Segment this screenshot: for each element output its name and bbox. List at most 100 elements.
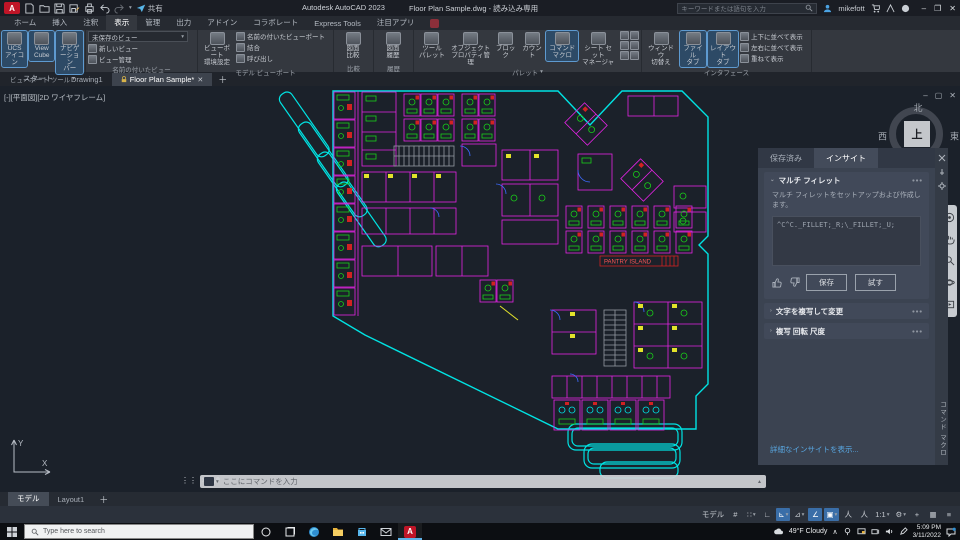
redo-icon[interactable] xyxy=(114,3,125,14)
blocks-button[interactable]: ブロック xyxy=(493,31,517,61)
display-icon[interactable] xyxy=(857,527,866,536)
polar-tracking-toggle[interactable]: ⊾▾ xyxy=(776,508,790,521)
new-tab-button[interactable]: ＋ xyxy=(218,73,227,86)
file-tab-start[interactable]: スタート xyxy=(14,71,62,86)
doc-restore-icon[interactable]: ▢ xyxy=(935,91,943,100)
panel-title[interactable]: 比較 xyxy=(336,63,371,72)
sheet-set-manager-button[interactable]: シート セット マネージャ xyxy=(580,31,616,67)
grip-icon[interactable]: ⋮⋮ xyxy=(181,476,197,485)
tab-saved[interactable]: 保存済み xyxy=(758,148,814,168)
new-layout-button[interactable]: ＋ xyxy=(99,493,108,506)
expand-icon[interactable]: › xyxy=(770,308,772,314)
annotation-scale-button[interactable]: 1:1▾ xyxy=(873,508,891,521)
autocad-logo-icon[interactable]: A xyxy=(4,2,20,14)
file-tab-drawing1[interactable]: Drawing1 xyxy=(62,73,112,86)
viewport-config-button[interactable]: ビューポート 環境設定 xyxy=(200,31,234,67)
thumbs-up-icon[interactable] xyxy=(772,277,783,288)
taskbar-clock[interactable]: 5:09 PM 3/11/2022 xyxy=(913,524,941,539)
tab-insert[interactable]: 挿入 xyxy=(44,15,75,30)
tab-annotate[interactable]: 注釈 xyxy=(75,15,106,30)
viewcube-top-face[interactable]: 上 xyxy=(904,121,930,147)
drawing-compare-button[interactable]: 図面 比較 xyxy=(336,31,370,61)
panel-title[interactable]: 名前の付いたビュー xyxy=(88,64,195,73)
task-view-button[interactable] xyxy=(278,523,302,540)
object-snap-toggle[interactable]: ▣▾ xyxy=(824,508,839,521)
command-icon[interactable] xyxy=(204,477,214,486)
named-viewports-button[interactable]: 名前の付いたビューポート xyxy=(236,31,325,41)
floor-plan-drawing[interactable]: PANTRY ISLAND xyxy=(270,88,765,480)
command-expand-icon[interactable]: ▲ xyxy=(757,479,762,485)
tray-chevron-icon[interactable]: ∧ xyxy=(832,528,837,536)
annotation-autoscale-toggle[interactable]: 人 xyxy=(857,508,871,521)
model-space-toggle[interactable]: モデル xyxy=(700,508,727,521)
search-icon[interactable] xyxy=(805,4,813,12)
weather-label[interactable]: 49°F Cloudy xyxy=(789,528,828,535)
start-button[interactable] xyxy=(0,523,24,540)
plot-icon[interactable] xyxy=(84,3,95,14)
tab-collaborate[interactable]: コラボレート xyxy=(245,15,306,30)
switch-windows-button[interactable]: ウィンドウ 切替え xyxy=(644,31,678,67)
tab-addins[interactable]: アドイン xyxy=(199,15,245,30)
tab-featured-apps[interactable]: 注目アプリ xyxy=(369,15,423,30)
layout1-tab[interactable]: Layout1 xyxy=(49,493,94,506)
compass-north-label[interactable]: 北 xyxy=(913,101,922,114)
help-icon[interactable] xyxy=(901,4,910,13)
workspace-switching-button[interactable]: ⚙▾ xyxy=(894,508,909,521)
more-options-icon[interactable]: ••• xyxy=(912,327,923,336)
panel-title[interactable]: インタフェース xyxy=(644,67,809,76)
auto-hide-icon[interactable] xyxy=(938,168,946,176)
pen-icon[interactable] xyxy=(899,527,908,536)
microsoft-store-button[interactable] xyxy=(350,523,374,540)
tab-output[interactable]: 出力 xyxy=(168,15,199,30)
autocad-taskbar-button[interactable]: A xyxy=(398,523,422,540)
join-viewports-button[interactable]: 結合 xyxy=(236,42,325,52)
hardware-acceleration-toggle[interactable]: ▦ xyxy=(926,508,940,521)
file-tabs-toggle-button[interactable]: ファイル タブ xyxy=(680,31,706,67)
compass-west-label[interactable]: 西 xyxy=(878,130,887,143)
drawing-canvas[interactable]: [-][平面図][2D ワイヤフレーム] – ▢ ✕ xyxy=(0,86,960,492)
save-macro-button[interactable]: 保存 xyxy=(806,274,847,291)
help-search-input[interactable]: キーワードまたは語句を入力 xyxy=(677,3,817,14)
more-insights-link[interactable]: 詳細なインサイトを表示... xyxy=(770,444,859,455)
viewcube-button[interactable]: View Cube xyxy=(29,31,54,61)
cortana-button[interactable] xyxy=(254,523,278,540)
doc-minimize-icon[interactable]: – xyxy=(923,91,927,100)
reference-manager-icon[interactable] xyxy=(630,31,639,40)
palette-settings-icon[interactable] xyxy=(938,182,946,190)
doc-close-icon[interactable]: ✕ xyxy=(949,91,956,100)
tab-insights[interactable]: インサイト xyxy=(814,148,878,168)
taskbar-search-input[interactable]: Type here to search xyxy=(24,524,254,539)
minimize-button[interactable]: – xyxy=(922,4,926,13)
palette-close-icon[interactable] xyxy=(938,154,946,162)
snap-toggle[interactable]: ∷▾ xyxy=(744,508,758,521)
cart-icon[interactable] xyxy=(871,4,880,13)
tab-view[interactable]: 表示 xyxy=(106,15,137,30)
markup-icon[interactable] xyxy=(620,41,629,50)
calculator-icon[interactable] xyxy=(630,41,639,50)
share-button[interactable]: 共有 xyxy=(136,3,163,14)
tile-vertically-button[interactable]: 左右に並べて表示 xyxy=(740,42,803,52)
drawing-history-button[interactable]: 図面 履歴 xyxy=(376,31,410,61)
onedrive-icon[interactable] xyxy=(843,527,852,536)
volume-icon[interactable] xyxy=(885,527,894,536)
macro-code[interactable]: ^C^C._FILLET;_R;\_FILLET;_U; xyxy=(772,216,921,266)
tab-manage[interactable]: 管理 xyxy=(137,15,168,30)
new-file-icon[interactable] xyxy=(24,3,35,14)
clipboard-icon[interactable] xyxy=(630,51,639,60)
command-line[interactable]: ▾ ここにコマンドを入力 ▲ xyxy=(200,475,766,488)
file-explorer-button[interactable] xyxy=(326,523,350,540)
restore-viewports-button[interactable]: 呼び出し xyxy=(236,53,325,63)
try-macro-button[interactable]: 試す xyxy=(855,274,896,291)
thumbs-down-icon[interactable] xyxy=(789,277,800,288)
panel-title[interactable]: パレット▾ xyxy=(416,67,639,76)
new-view-button[interactable]: 新しいビュー xyxy=(88,43,188,53)
qat-customize-caret[interactable]: ▾ xyxy=(129,5,132,11)
mail-button[interactable] xyxy=(374,523,398,540)
edge-button[interactable] xyxy=(302,523,326,540)
ribbon-options-icon[interactable] xyxy=(430,19,439,28)
trace-icon[interactable] xyxy=(620,51,629,60)
object-snap-tracking-toggle[interactable]: ∠ xyxy=(808,508,822,521)
tile-horizontally-button[interactable]: 上下に並べて表示 xyxy=(740,31,803,41)
palette-vertical-title[interactable]: コマンド マクロ xyxy=(937,401,947,456)
file-tab-floor-plan[interactable]: Floor Plan Sample* ✕ xyxy=(112,73,213,86)
